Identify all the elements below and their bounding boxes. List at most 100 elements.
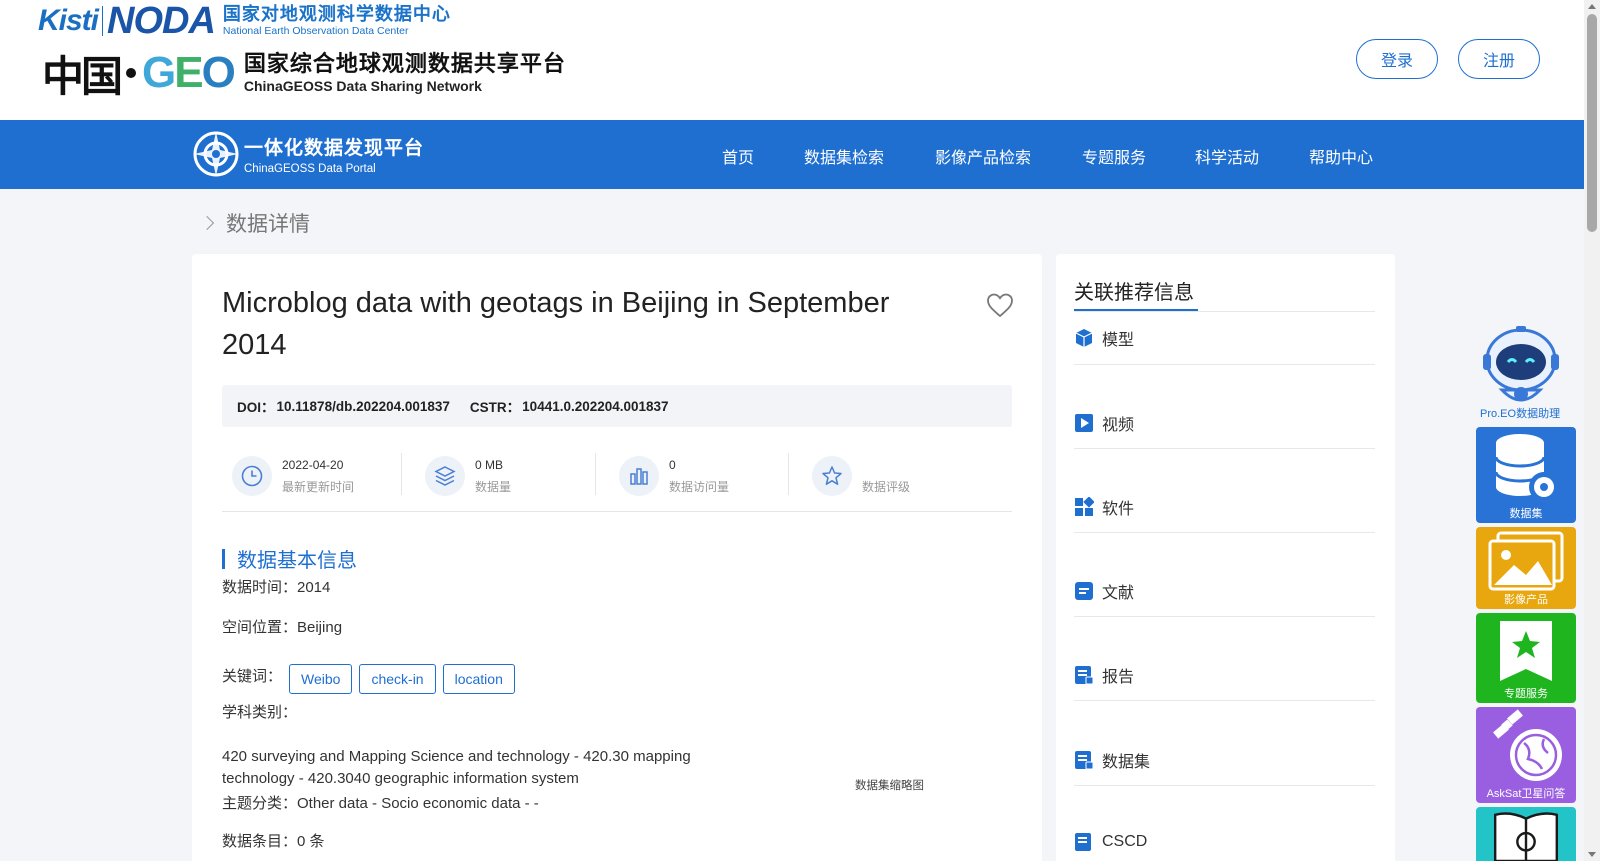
dataset-tool-button[interactable]: 数据集 xyxy=(1476,427,1576,523)
stat-data-volume-text: 0 MB 数据量 xyxy=(475,458,511,495)
page-scrollbar[interactable] xyxy=(1584,0,1600,861)
related-item-label: 视频 xyxy=(1102,417,1135,434)
login-button[interactable]: 登录 xyxy=(1356,39,1438,79)
china-logo-text: 中国 xyxy=(42,51,123,101)
imagery-tool-button[interactable]: 影像产品 xyxy=(1476,527,1576,609)
related-item-label: 文献 xyxy=(1102,585,1135,602)
logo-dot xyxy=(126,68,137,78)
stat-visits: 0 数据访问量 xyxy=(619,443,729,509)
stat-update-time: 2022-04-20 最新更新时间 xyxy=(232,443,354,509)
related-models[interactable]: 模型 xyxy=(1074,326,1134,350)
cstr-value[interactable]: 10441.0.202204.001837 xyxy=(522,399,668,414)
divider xyxy=(1074,616,1375,617)
spatial-location: 空间位置：Beijing xyxy=(222,619,343,636)
keyword-tag[interactable]: location xyxy=(442,664,515,694)
geo-letter-g: G xyxy=(142,48,176,97)
divider xyxy=(1074,448,1375,449)
nav-imagery-search[interactable]: 影像产品检索 xyxy=(935,144,1031,168)
related-software[interactable]: 软件 xyxy=(1074,495,1134,519)
related-videos[interactable]: 视频 xyxy=(1074,411,1134,435)
nav-home[interactable]: 首页 xyxy=(722,144,754,168)
related-literature[interactable]: 文献 xyxy=(1074,579,1134,603)
top-header: Kisti NODA 国家对地观测科学数据中心 National Earth O… xyxy=(0,0,1584,120)
portal-compass-icon xyxy=(193,131,239,177)
center-name-cn: 国家对地观测科学数据中心 xyxy=(222,3,451,25)
nav-help-center[interactable]: 帮助中心 xyxy=(1309,144,1373,168)
logo-divider xyxy=(102,6,104,36)
dataset-thumbnail-caption: 数据集缩略图 xyxy=(855,780,924,792)
related-reports[interactable]: 报告 xyxy=(1074,663,1134,687)
nav-dataset-search[interactable]: 数据集检索 xyxy=(804,144,884,168)
stat-rating[interactable]: 数据评级 xyxy=(812,443,910,509)
apps-icon xyxy=(1075,497,1094,516)
divider xyxy=(1074,785,1375,786)
theme-category: 主题分类：Other data - Socio economic data - … xyxy=(222,795,539,812)
stat-data-volume: 0 MB 数据量 xyxy=(425,443,511,509)
portal-logo[interactable]: 一体化数据发现平台 ChinaGEOSS Data Portal xyxy=(192,130,424,178)
imagery-tool-label: 影像产品 xyxy=(1504,594,1548,606)
stat-visits-text: 0 数据访问量 xyxy=(669,458,729,495)
database-gear-icon xyxy=(1494,434,1559,502)
breadcrumb: 数据详情 xyxy=(199,208,310,238)
related-item-label: CSCD xyxy=(1102,833,1148,850)
nav-topic-services[interactable]: 专题服务 xyxy=(1082,144,1146,168)
portal-name-cn: 一体化数据发现平台 xyxy=(244,137,425,159)
nav-science-activities[interactable]: 科学活动 xyxy=(1195,144,1259,168)
doi-label: DOI： xyxy=(237,400,275,415)
dataset-title: Microblog data with geotags in Beijing i… xyxy=(222,287,890,361)
geoss-logo-row[interactable]: 中国 GEO 国家综合地球观测数据共享平台 ChinaGEOSS Data Sh… xyxy=(42,46,566,101)
bookmark-star-icon xyxy=(1500,621,1552,681)
geo-letter-o: O xyxy=(201,48,236,97)
portal-name-en: ChinaGEOSS Data Portal xyxy=(244,163,376,175)
divider xyxy=(1074,700,1375,701)
stat-value: 2022-04-20 xyxy=(282,457,344,472)
subject-value: 420 surveying and Mapping Science and te… xyxy=(222,748,691,787)
stat-label: 数据访问量 xyxy=(669,479,730,494)
dataset-stats: 2022-04-20 最新更新时间 0 MB 数据量 0 数据访问量 数据评级 xyxy=(222,443,1012,509)
stat-label: 数据量 xyxy=(475,479,512,494)
star-icon[interactable] xyxy=(812,456,852,496)
cube-icon xyxy=(1075,329,1093,347)
related-item-label: 报告 xyxy=(1102,669,1135,686)
keywords: 关键词： Weibo check-in location xyxy=(222,664,515,694)
stat-value xyxy=(862,458,910,472)
dataset-detail-panel: Microblog data with geotags in Beijing i… xyxy=(192,254,1042,861)
platform-name-en: ChinaGEOSS Data Sharing Network xyxy=(243,77,482,94)
scroll-down-arrow-icon[interactable] xyxy=(1588,852,1596,857)
divider xyxy=(1074,311,1375,312)
document-icon xyxy=(1075,582,1093,600)
noda-logo-row[interactable]: Kisti NODA 国家对地观测科学数据中心 National Earth O… xyxy=(38,0,451,42)
dataset-tool-label: 数据集 xyxy=(1509,508,1543,520)
platform-name-cn: 国家综合地球观测数据共享平台 xyxy=(243,51,566,77)
topic-tool-button[interactable]: 专题服务 xyxy=(1476,613,1576,703)
related-datasets[interactable]: 数据集 xyxy=(1074,748,1150,772)
related-cscd[interactable]: CSCD xyxy=(1074,832,1147,852)
topic-tool-label: 专题服务 xyxy=(1504,688,1548,700)
cscd-icon xyxy=(1075,833,1091,851)
robot-assistant-icon[interactable] xyxy=(1478,322,1564,418)
keywords-label: 关键词： xyxy=(222,667,283,685)
related-recommendations-panel: 关联推荐信息 模型 视频 软件 文献 报告 数据集 CSCD xyxy=(1056,254,1395,861)
keyword-tag[interactable]: check-in xyxy=(359,664,436,694)
asksat-tool-button[interactable]: AskSat卫星问答 xyxy=(1476,707,1576,803)
stat-update-time-text: 2022-04-20 最新更新时间 xyxy=(282,458,354,495)
cstr-label: CSTR： xyxy=(469,400,521,415)
image-gallery-icon xyxy=(1488,531,1564,591)
center-name: 国家对地观测科学数据中心 National Earth Observation … xyxy=(222,3,451,37)
platform-name: 国家综合地球观测数据共享平台 ChinaGEOSS Data Sharing N… xyxy=(243,51,566,94)
keyword-tag[interactable]: Weibo xyxy=(289,664,353,694)
section-bar xyxy=(222,548,225,569)
divider xyxy=(222,511,1012,512)
register-button[interactable]: 注册 xyxy=(1458,39,1540,79)
assistant-label[interactable]: Pro.EO数据助理 xyxy=(1480,405,1560,421)
scrollbar-thumb[interactable] xyxy=(1587,14,1597,232)
bar-chart-icon xyxy=(619,456,659,496)
doi-cstr-box: DOI： 10.11878/db.202204.001837 CSTR： 104… xyxy=(222,385,1012,427)
heart-icon[interactable] xyxy=(985,290,1015,320)
stat-rating-text: 数据评级 xyxy=(862,458,910,495)
doi-value[interactable]: 10.11878/db.202204.001837 xyxy=(277,399,450,414)
stat-value: 0 xyxy=(669,457,676,472)
scroll-up-arrow-icon[interactable] xyxy=(1588,4,1596,9)
extra-tool-button[interactable] xyxy=(1476,807,1576,861)
divider xyxy=(1074,364,1375,365)
